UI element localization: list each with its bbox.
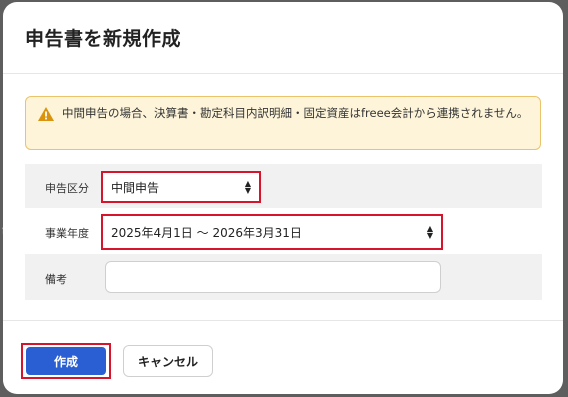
fiscal-year-select[interactable]: 2025年4月1日 〜 2026年3月31日 ▲ ▼	[101, 214, 443, 250]
create-return-modal: 申告書を新規作成 中間申告の場合、決算書・勘定科目内訳明細・固定資産はfreee…	[3, 2, 563, 394]
alert-message: 中間申告の場合、決算書・勘定科目内訳明細・固定資産はfreee会計から連携されま…	[62, 106, 529, 120]
select-updown-icon: ▲ ▼	[244, 179, 251, 195]
modal-title: 申告書を新規作成	[25, 28, 182, 50]
cancel-button[interactable]: キャンセル	[123, 345, 213, 377]
warning-alert: 中間申告の場合、決算書・勘定科目内訳明細・固定資産はfreee会計から連携されま…	[25, 96, 541, 150]
note-input[interactable]	[105, 261, 441, 293]
create-form: 申告区分 中間申告 ▲ ▼ 事業年度 備考 2025年4月1日 〜 2026年3月…	[25, 164, 542, 300]
fiscal-year-select-value: 2025年4月1日 〜 2026年3月31日	[111, 225, 302, 240]
create-button-highlight: 作成	[21, 343, 111, 379]
modal-footer: 作成 キャンセル	[3, 320, 563, 394]
category-select[interactable]: 中間申告 ▲ ▼	[101, 171, 261, 203]
select-updown-icon: ▲ ▼	[426, 224, 433, 240]
modal-header: 申告書を新規作成	[3, 2, 563, 74]
warning-icon	[38, 107, 54, 121]
category-label: 申告区分	[45, 182, 89, 195]
create-button[interactable]: 作成	[26, 347, 106, 375]
category-select-value: 中間申告	[111, 180, 160, 195]
note-label: 備考	[45, 273, 67, 286]
note-row: 備考	[25, 254, 542, 300]
fiscal-year-label: 事業年度	[45, 227, 89, 240]
category-row: 申告区分 中間申告 ▲ ▼	[25, 164, 542, 208]
